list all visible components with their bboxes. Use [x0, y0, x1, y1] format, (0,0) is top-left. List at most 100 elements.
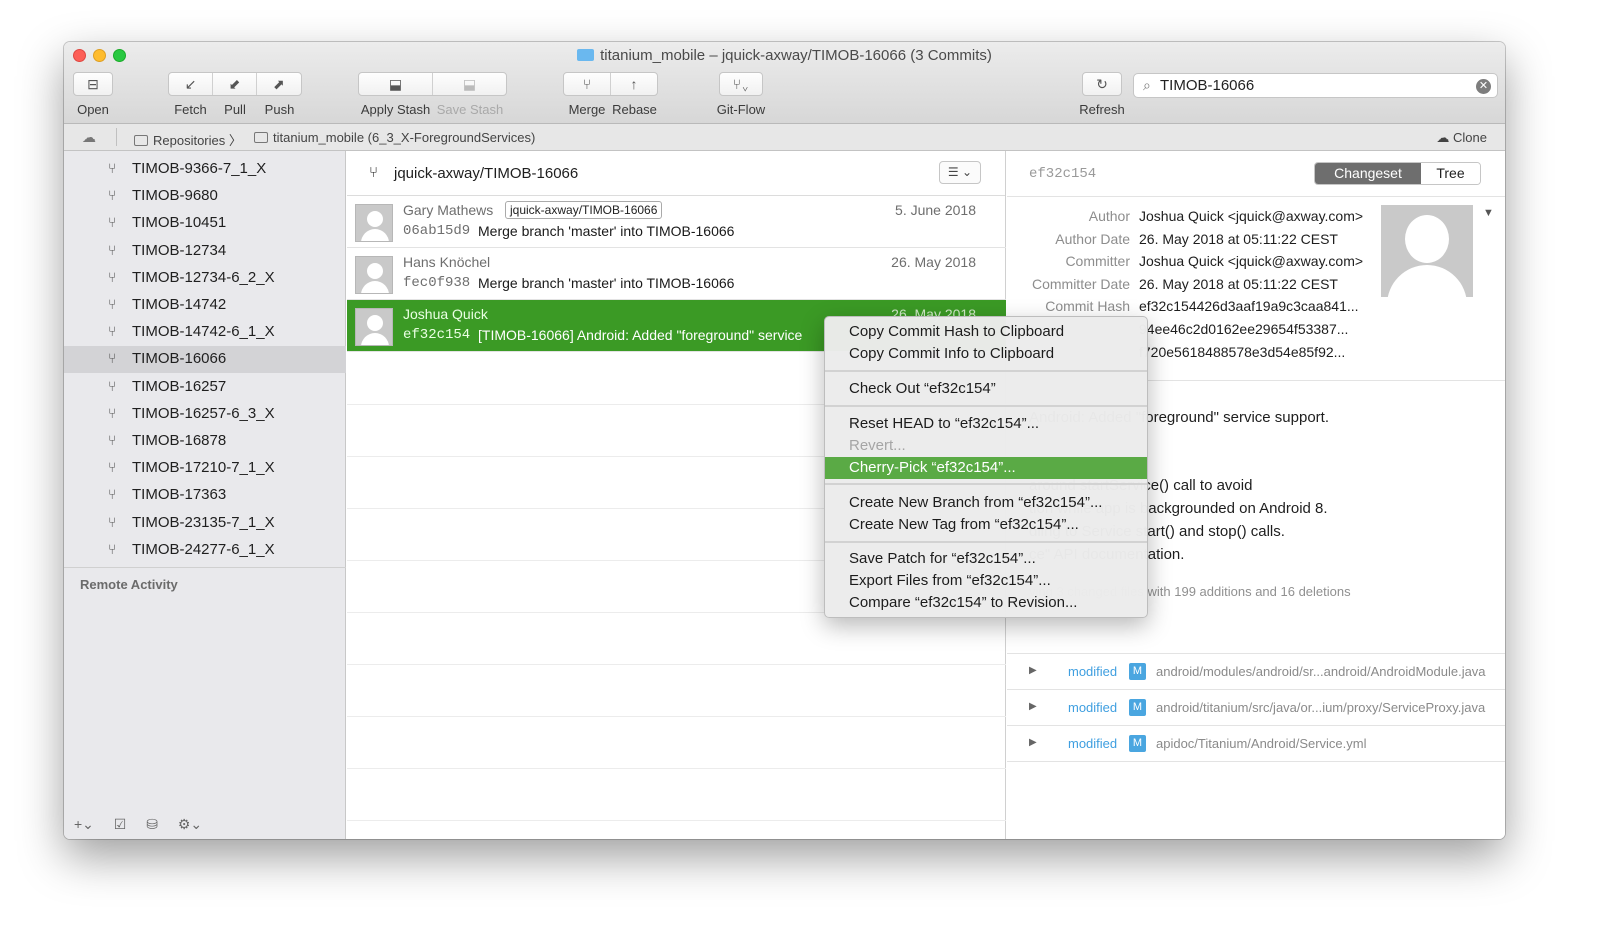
commit-author: Hans Knöchel — [403, 254, 491, 270]
open-button[interactable]: ⊟ — [73, 72, 113, 96]
sidebar-branch-item[interactable]: ⑂ TIMOB-10451 — [64, 210, 346, 237]
cloud-icon[interactable]: ☁ — [82, 129, 96, 146]
menu-revert[interactable]: Revert... — [825, 435, 1147, 457]
clone-button[interactable]: ☁ Clone — [1436, 130, 1487, 146]
branch-label: TIMOB-16066 — [132, 350, 227, 368]
disclosure-triangle-icon[interactable]: ▶ — [1029, 665, 1037, 676]
sidebar-branch-item[interactable]: ⑂ TIMOB-16257-6_3_X — [64, 401, 346, 428]
stash-icon[interactable]: ⛁ — [146, 816, 158, 833]
menu-check-out[interactable]: Check Out “ef32c154” — [825, 378, 1147, 400]
disclosure-triangle-icon[interactable]: ▶ — [1029, 737, 1037, 748]
clear-search-icon[interactable]: ✕ — [1476, 79, 1491, 94]
menu-save-patch[interactable]: Save Patch for “ef32c154”... — [825, 548, 1147, 570]
tab-tree[interactable]: Tree — [1421, 163, 1480, 184]
changed-file-row[interactable]: ▶ modified Mandroid/titanium/src/java/or..… — [1007, 689, 1505, 725]
sidebar-branch-item[interactable]: ⑂ TIMOB-17363 — [64, 482, 346, 509]
sidebar-branch-item[interactable]: ⑂ TIMOB-14742 — [64, 292, 346, 319]
sidebar-branch-item[interactable]: ⑂ TIMOB-24277-6_1_X — [64, 537, 346, 564]
breadcrumb-repositories[interactable]: Repositories 〉 — [134, 130, 242, 149]
breadcrumb-repo[interactable]: titanium_mobile (6_3_X-ForegroundService… — [254, 130, 535, 145]
folder-icon — [254, 132, 268, 143]
changed-file-row[interactable]: ▶ modified Mandroid/modules/android/sr...a… — [1007, 653, 1505, 689]
sidebar-branch-item[interactable]: ⑂ TIMOB-17210-7_1_X — [64, 455, 346, 482]
checkbox-icon[interactable]: ☑ — [114, 816, 127, 833]
author-avatar — [1381, 205, 1473, 297]
fetch-icon: ↙ — [184, 75, 197, 92]
branch-icon: ⑂ — [108, 296, 117, 312]
menu-export-files[interactable]: Export Files from “ef32c154”... — [825, 570, 1147, 592]
tab-changeset[interactable]: Changeset — [1315, 163, 1421, 184]
metadata-value: 94ee46c2d0162ee29654f53387... — [1139, 321, 1349, 337]
branch-icon: ⑂ — [108, 241, 117, 258]
push-button[interactable]: ⬈ — [257, 73, 301, 95]
apply-stash-button[interactable]: ⬓ — [359, 73, 433, 95]
branch-icon: ⑂ — [108, 459, 117, 476]
rebase-label: Rebase — [612, 102, 657, 117]
path-bar: ☁ Repositories 〉 titanium_mobile (6_3_X-… — [64, 124, 1505, 151]
commit-author: Joshua Quick — [403, 306, 488, 322]
sidebar-divider — [64, 567, 346, 568]
view-options-button[interactable]: ☰ ⌄ — [939, 161, 981, 184]
sidebar-branch-item[interactable]: ⑂ TIMOB-16878 — [64, 428, 346, 455]
metadata-value: 26. May 2018 at 05:11:22 CEST — [1139, 230, 1338, 247]
sidebar-branch-item[interactable]: ⑂ TIMOB-12734-6_2_X — [64, 265, 346, 292]
metadata-key: Author Date — [1055, 230, 1130, 247]
sidebar-footer: +⌄ ☑ ⛁ ⚙⌄ — [74, 816, 218, 833]
file-path: android/modules/android/sr...android/And… — [1156, 664, 1486, 679]
branch-label: TIMOB-17210-7_1_X — [132, 459, 275, 477]
repositories-icon — [134, 135, 148, 146]
modified-badge: M — [1129, 699, 1146, 716]
refresh-button[interactable]: ↻ — [1082, 72, 1122, 96]
branch-label: TIMOB-24277-6_1_X — [132, 540, 275, 558]
menu-create-tag[interactable]: Create New Tag from “ef32c154”... — [825, 514, 1147, 536]
save-stash-button[interactable]: ⬓ — [433, 73, 506, 95]
disclosure-triangle-icon[interactable]: ▶ — [1029, 701, 1037, 712]
branch-icon: ⑂ — [108, 160, 117, 176]
commit-row[interactable]: Gary Mathews jquick-axway/TIMOB-16066 5. J… — [347, 196, 1006, 248]
menu-reset-head[interactable]: Reset HEAD to “ef32c154”... — [825, 413, 1147, 435]
commit-row[interactable]: Hans Knöchel 26. May 2018 fec0f938 Merge br… — [347, 248, 1006, 300]
search-input[interactable] — [1160, 77, 1460, 94]
sidebar-branch-item[interactable]: ⑂ TIMOB-23135-7_1_X — [64, 510, 346, 537]
remote-activity-heading: Remote Activity — [80, 577, 178, 592]
menu-copy-commit-info[interactable]: Copy Commit Info to Clipboard — [825, 343, 1147, 365]
add-icon[interactable]: +⌄ — [74, 816, 94, 833]
merge-label: Merge — [568, 102, 606, 117]
git-flow-button[interactable]: ⑂⌄ — [719, 72, 763, 96]
empty-row-divider — [347, 820, 1006, 821]
fetch-button[interactable]: ↙ — [169, 73, 214, 95]
commit-message: Merge branch 'master' into TIMOB-16066 — [478, 223, 735, 239]
menu-create-branch[interactable]: Create New Branch from “ef32c154”... — [825, 492, 1147, 514]
apply-stash-icon: ⬓ — [388, 75, 403, 92]
rebase-button[interactable]: ↑ — [611, 73, 657, 95]
apply-stash-label: Apply Stash — [360, 102, 431, 117]
sidebar-branch-item[interactable]: ⑂ TIMOB-12734 — [64, 238, 346, 265]
commit-list-header: ⑂ jquick-axway/TIMOB-16066 ☰ ⌄ — [347, 151, 1005, 196]
branch-icon: ⑂ — [369, 164, 379, 181]
save-stash-label: Save Stash — [436, 102, 504, 117]
commit-date: 5. June 2018 — [895, 202, 976, 218]
pull-button[interactable]: ⬋ — [213, 73, 257, 95]
detail-divider — [1007, 196, 1505, 197]
branch-icon: ⑂ — [108, 377, 117, 394]
sidebar-branch-item[interactable]: ⑂ TIMOB-14742-6_1_X — [64, 319, 346, 346]
menu-compare[interactable]: Compare “ef32c154” to Revision... — [825, 592, 1147, 614]
menu-separator — [825, 405, 1147, 407]
merge-button[interactable]: ⑂ — [564, 73, 611, 95]
gear-icon[interactable]: ⚙⌄ — [178, 816, 202, 833]
menu-cherry-pick[interactable]: Cherry-Pick “ef32c154”... — [825, 457, 1147, 479]
branch-label: TIMOB-16878 — [132, 432, 227, 449]
file-status: modified — [1068, 700, 1118, 715]
disclosure-triangle-icon[interactable]: ▼ — [1483, 207, 1494, 219]
stash-button-group: ⬓ ⬓ — [358, 72, 507, 96]
empty-row-divider — [347, 716, 1006, 717]
push-icon: ⬈ — [272, 75, 285, 92]
changed-file-row[interactable]: ▶ modified Mapidoc/Titanium/Android/Servic… — [1007, 725, 1505, 761]
menu-copy-commit-hash[interactable]: Copy Commit Hash to Clipboard — [825, 321, 1147, 343]
sidebar-branch-item[interactable]: ⑂ TIMOB-16257 — [64, 374, 346, 401]
sidebar-branch-item[interactable]: ⑂ TIMOB-9680 — [64, 183, 346, 210]
sidebar-branch-item[interactable]: ⑂ TIMOB-16066 — [64, 346, 346, 374]
avatar — [355, 256, 393, 294]
search-field[interactable]: ⌕ ✕ — [1133, 73, 1498, 98]
sidebar-branch-item[interactable]: ⑂ TIMOB-9366-7_1_X — [64, 156, 346, 183]
